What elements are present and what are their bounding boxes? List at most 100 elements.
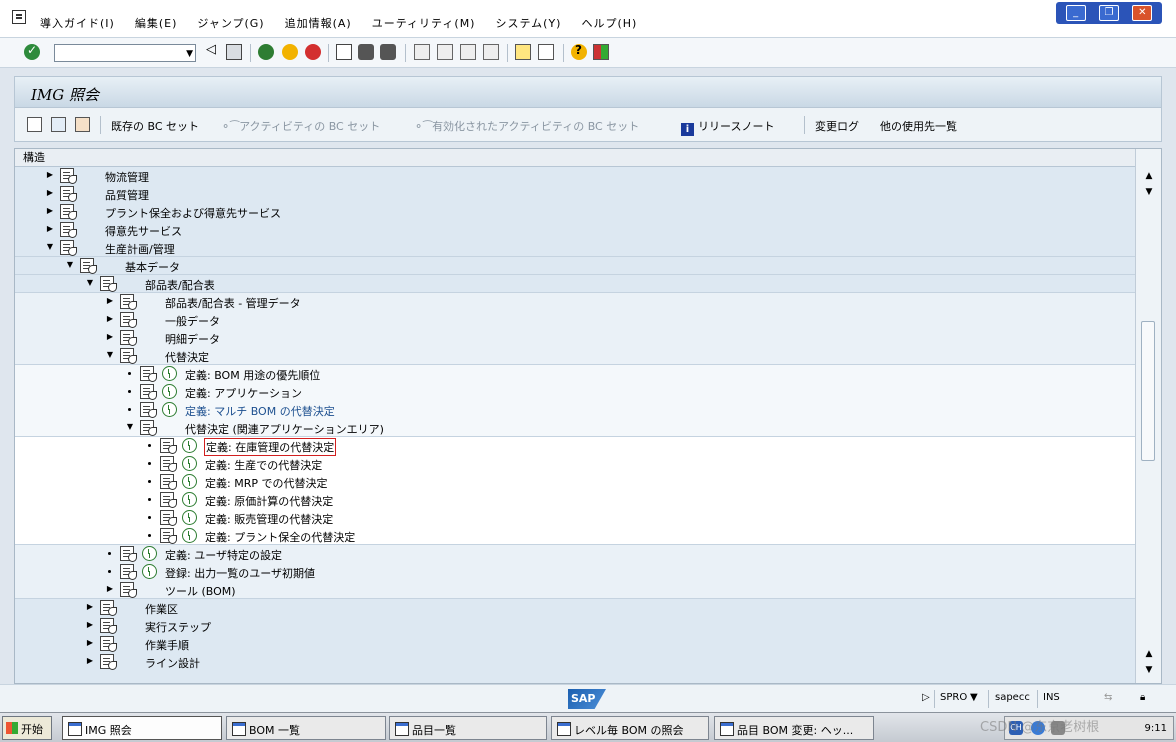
tree-node[interactable]: ▼ 基本データ (15, 257, 1135, 275)
execute-clock-icon[interactable] (182, 510, 197, 525)
expand-icon[interactable]: ▶ (85, 656, 95, 666)
document-icon[interactable] (160, 456, 177, 472)
execute-clock-icon[interactable] (162, 402, 177, 417)
expand-icon[interactable]: ▶ (105, 332, 115, 342)
tree-node[interactable]: ▶ ライン設計 (15, 653, 1135, 671)
exit-icon[interactable] (282, 44, 298, 60)
menu-list-icon[interactable] (12, 10, 26, 24)
expand-icon[interactable]: ▶ (85, 620, 95, 630)
print-icon[interactable] (336, 44, 352, 60)
expand-icon[interactable]: ▶ (45, 206, 55, 216)
help-icon[interactable] (571, 43, 587, 60)
tree-node[interactable]: ▼ 代替決定 (15, 347, 1135, 365)
scroll-thumb[interactable] (1141, 321, 1155, 461)
execute-clock-icon[interactable] (182, 492, 197, 507)
find-icon[interactable] (358, 44, 374, 60)
existing-bc-sets-button[interactable]: 既存の BC セット (111, 118, 199, 134)
input-mode[interactable]: INS (1043, 692, 1060, 703)
expand-icon[interactable]: ▶ (105, 584, 115, 594)
tree-node[interactable]: ▼ 部品表/配合表 (15, 275, 1135, 293)
execute-clock-icon[interactable] (182, 528, 197, 543)
scroll-down-icon[interactable]: ▼ (1143, 665, 1155, 677)
enter-icon[interactable] (24, 43, 40, 60)
tree-node[interactable]: ▶ ツール (BOM) (15, 581, 1135, 599)
tree-node[interactable]: 定義: MRP での代替決定 (15, 473, 1135, 491)
tree-node[interactable]: ▶ 実行ステップ (15, 617, 1135, 635)
tree-node[interactable]: 定義: マルチ BOM の代替決定 (15, 401, 1135, 419)
tree-node[interactable]: ▶ 明細データ (15, 329, 1135, 347)
execute-clock-icon[interactable] (182, 474, 197, 489)
tree-node[interactable]: 定義: 在庫管理の代替決定 (15, 437, 1135, 456)
taskbar-item[interactable]: レベル毎 BOM の照会 (551, 716, 709, 740)
document-icon[interactable] (160, 510, 177, 526)
execute-clock-icon[interactable] (142, 564, 157, 579)
tree-node[interactable]: ▶ プラント保全および得意先サービス (15, 203, 1135, 221)
taskbar-item[interactable]: IMG 照会 (62, 716, 222, 740)
menu-edit[interactable]: 編集(E) (135, 15, 178, 31)
where-used-button[interactable]: 他の使用先一覧 (880, 118, 957, 134)
document-icon[interactable] (160, 438, 177, 454)
taskbar-item[interactable]: 品目一覧 (389, 716, 547, 740)
expand-icon[interactable]: ▶ (105, 296, 115, 306)
tree-node[interactable]: ▶ 作業区 (15, 599, 1135, 617)
document-icon[interactable] (120, 564, 137, 580)
activity-bc-sets-button[interactable]: ⚬⁀アクティビティの BC セット (221, 118, 380, 134)
collapse-icon[interactable]: ▼ (45, 242, 55, 252)
tree-node[interactable]: ▶ 品質管理 (15, 185, 1135, 203)
execute-clock-icon[interactable] (182, 438, 197, 453)
expand-icon[interactable]: ▶ (85, 638, 95, 648)
tree-node[interactable]: 登録: 出力一覧のユーザ初期値 (15, 563, 1135, 581)
document-icon[interactable] (160, 528, 177, 544)
menu-goto[interactable]: ジャンプ(G) (197, 15, 264, 31)
tree-node[interactable]: ▶ 部品表/配合表 - 管理データ (15, 293, 1135, 311)
additional-info-icon[interactable] (75, 117, 90, 132)
minimize-button[interactable]: _ (1065, 5, 1086, 21)
expand-icon[interactable]: ▶ (45, 224, 55, 234)
document-icon[interactable] (140, 366, 157, 382)
expand-icon[interactable]: ▶ (105, 314, 115, 324)
expand-icon[interactable]: ▶ (45, 170, 55, 180)
scroll-down-icon[interactable]: ▲ (1143, 649, 1155, 661)
collapse-icon[interactable]: ▼ (65, 260, 75, 270)
start-button[interactable]: 开始 (2, 716, 52, 740)
taskbar-item[interactable]: BOM 一覧 (226, 716, 386, 740)
tree-node[interactable]: 定義: 生産での代替決定 (15, 455, 1135, 473)
menu-help[interactable]: ヘルプ(H) (581, 15, 637, 31)
menu-utilities[interactable]: ユーティリティ(M) (372, 15, 476, 31)
change-log-button[interactable]: 変更ログ (815, 118, 859, 134)
chevron-down-icon[interactable]: ▼ (970, 692, 978, 703)
tree-node[interactable]: 定義: プラント保全の代替決定 (15, 527, 1135, 545)
tree-node[interactable]: ▶ 物流管理 (15, 167, 1135, 185)
close-button[interactable]: ✕ (1132, 5, 1153, 21)
menu-system[interactable]: システム(Y) (495, 15, 561, 31)
shortcut-icon[interactable] (538, 44, 554, 60)
first-page-icon[interactable] (414, 44, 430, 60)
execute-clock-icon[interactable] (182, 456, 197, 471)
document-icon[interactable] (160, 474, 177, 490)
release-notes-button[interactable]: i リリースノート (681, 118, 774, 136)
execute-clock-icon[interactable] (142, 546, 157, 561)
back-arrow-icon[interactable] (204, 42, 220, 60)
collapse-icon[interactable]: ▼ (125, 422, 135, 432)
layout-settings-icon[interactable] (593, 44, 609, 60)
chevron-down-icon[interactable]: ▼ (186, 49, 193, 59)
expand-icon[interactable]: ▶ (85, 602, 95, 612)
find-next-icon[interactable] (380, 44, 396, 60)
collapse-icon[interactable]: ▼ (105, 350, 115, 360)
tree-node[interactable]: ▼ 代替決定 (関連アプリケーションエリア) (15, 419, 1135, 437)
play-icon[interactable]: ▷ (922, 692, 930, 703)
scroll-up-icon[interactable]: ▼ (1143, 187, 1155, 199)
tree-node[interactable]: ▶ 得意先サービス (15, 221, 1135, 239)
tree-node[interactable]: 定義: BOM 用途の優先順位 (15, 365, 1135, 383)
save-icon[interactable] (226, 44, 242, 60)
back-icon[interactable] (258, 44, 274, 60)
cancel-icon[interactable] (305, 44, 321, 60)
document-icon[interactable] (140, 384, 157, 400)
tree-node[interactable]: ▶ 一般データ (15, 311, 1135, 329)
scroll-up-icon[interactable]: ▲ (1143, 171, 1155, 183)
restore-button[interactable]: ❐ (1098, 5, 1119, 21)
menu-introduction-guide[interactable]: 導入ガイド(I) (40, 15, 115, 31)
vertical-scrollbar[interactable]: ▲ ▼ ▲ ▼ (1135, 149, 1161, 683)
tree-node[interactable]: 定義: 販売管理の代替決定 (15, 509, 1135, 527)
documentation-icon[interactable] (51, 117, 66, 132)
